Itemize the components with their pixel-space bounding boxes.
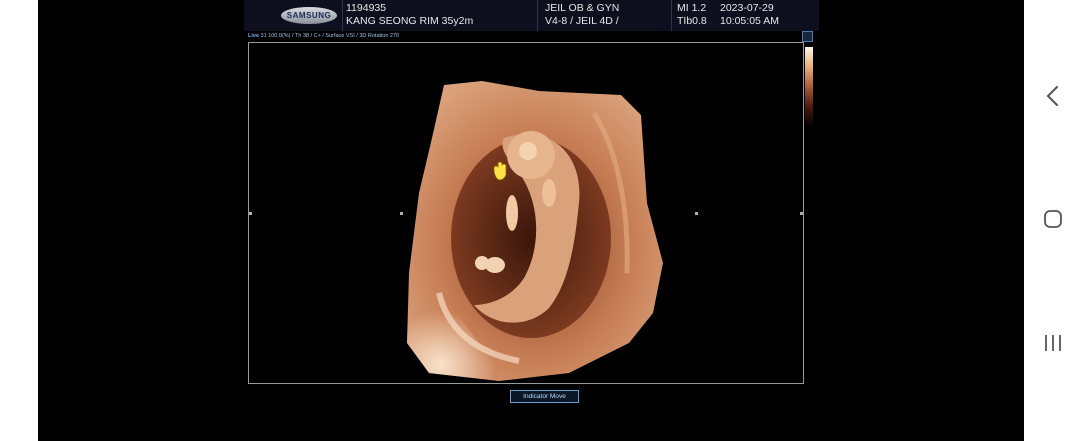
patient-name: KANG SEONG RIM 35y2m bbox=[346, 15, 474, 27]
header-divider bbox=[671, 0, 672, 31]
3d-render-viewport[interactable] bbox=[248, 42, 804, 384]
header-divider bbox=[537, 0, 538, 31]
color-scale-bar bbox=[805, 47, 813, 127]
indicator-move-button[interactable]: Indicator Move bbox=[510, 390, 579, 403]
imaging-status-line: Live 31 100.0(%) / Th 38 / C+ / Surface … bbox=[248, 32, 818, 41]
imaging-parameters: 31 100.0(%) / Th 38 / C+ / Surface VSI /… bbox=[260, 33, 400, 39]
left-margin bbox=[0, 0, 38, 441]
android-nav-bar bbox=[1024, 0, 1080, 441]
scale-tick bbox=[249, 212, 252, 215]
exam-date: 2023-07-29 bbox=[720, 2, 774, 14]
screen-settings-icon[interactable] bbox=[802, 31, 813, 42]
hospital-name: JEIL OB & GYN bbox=[545, 2, 620, 14]
fetal-3d-render bbox=[407, 81, 663, 381]
live-indicator: Live bbox=[248, 33, 260, 39]
header-bar: SAMSUNG 1194935 KANG SEONG RIM 35y2m JEI… bbox=[244, 0, 819, 31]
samsung-logo: SAMSUNG bbox=[281, 7, 337, 24]
scale-tick bbox=[400, 212, 403, 215]
recents-icon[interactable] bbox=[1038, 328, 1068, 358]
exam-time: 10:05:05 AM bbox=[720, 15, 779, 27]
mi-value: MI 1.2 bbox=[677, 2, 707, 14]
scale-tick bbox=[800, 212, 803, 215]
ultrasound-screen: SAMSUNG 1194935 KANG SEONG RIM 35y2m JEI… bbox=[38, 0, 1024, 441]
scale-tick bbox=[695, 212, 698, 215]
header-divider bbox=[342, 0, 343, 31]
tib-value: TIb0.8 bbox=[677, 15, 707, 27]
back-icon[interactable] bbox=[1038, 81, 1068, 111]
patient-id: 1194935 bbox=[346, 2, 387, 14]
probe-setting: V4-8 / JEIL 4D / bbox=[545, 15, 619, 27]
home-icon[interactable] bbox=[1038, 204, 1068, 234]
